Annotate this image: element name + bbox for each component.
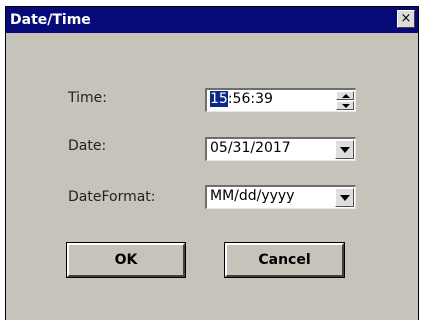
cancel-button[interactable]: Cancel	[224, 242, 345, 278]
date-dropdown-button[interactable]	[335, 140, 354, 159]
datetime-dialog: Date/Time × Time: 15:56:39 Date: 05/31/2…	[5, 6, 419, 320]
chevron-up-icon	[342, 94, 350, 98]
dateformat-dropdown-button[interactable]	[335, 188, 354, 207]
date-picker[interactable]: 05/31/2017	[205, 137, 356, 161]
dateformat-label: DateFormat:	[68, 189, 156, 205]
dateformat-select[interactable]: MM/dd/yyyy	[205, 185, 356, 209]
date-value: 05/31/2017	[210, 140, 291, 156]
time-hour-selection[interactable]: 15	[210, 91, 228, 107]
dateformat-value: MM/dd/yyyy	[210, 188, 295, 204]
title-bar: Date/Time ×	[6, 7, 418, 33]
chevron-down-icon	[340, 195, 350, 201]
chevron-down-icon	[340, 147, 350, 153]
time-input[interactable]: 15:56:39	[205, 88, 356, 112]
spin-up-button[interactable]	[336, 91, 354, 100]
date-label: Date:	[68, 138, 107, 154]
chevron-down-icon	[342, 104, 350, 108]
window-title: Date/Time	[10, 12, 91, 28]
spin-down-button[interactable]	[336, 101, 354, 110]
ok-button[interactable]: OK	[66, 242, 186, 278]
time-label: Time:	[68, 90, 107, 106]
time-rest: :56:39	[227, 91, 273, 107]
close-button[interactable]: ×	[397, 10, 415, 28]
close-icon: ×	[400, 11, 412, 26]
time-spinner[interactable]	[336, 91, 354, 110]
